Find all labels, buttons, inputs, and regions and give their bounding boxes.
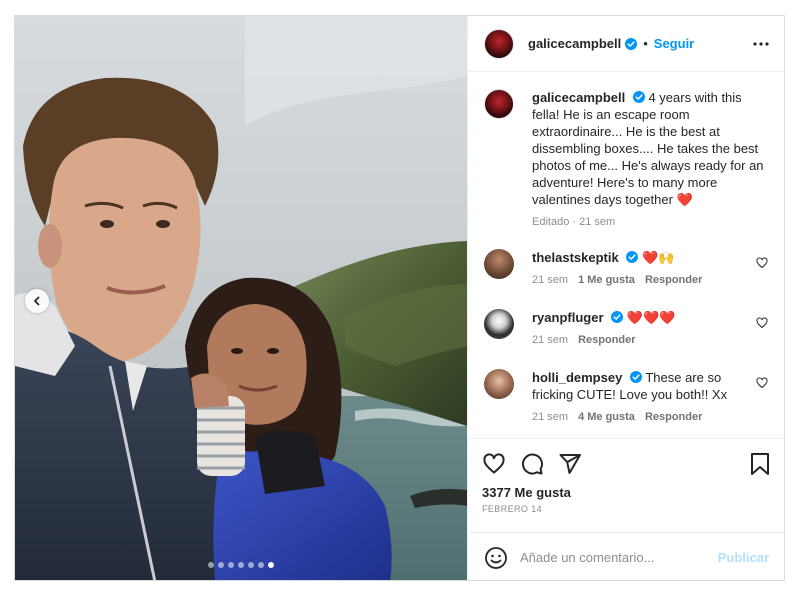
caption-username[interactable]: galicecampbell <box>532 90 625 105</box>
comment-text: ❤️❤️❤️ <box>626 310 676 325</box>
comment-meta: 21 sem Responder <box>532 332 760 349</box>
caption-emoji: ❤️ <box>676 192 693 207</box>
post-header: galicecampbell • Seguir <box>468 16 784 72</box>
post-date: FEBRERO 14 <box>482 504 543 514</box>
comment-item: ryanpfluger ❤️❤️❤️ 21 sem Responder <box>484 309 769 349</box>
emoji-button[interactable] <box>484 546 508 570</box>
comment-likes[interactable]: 4 Me gusta <box>578 411 635 423</box>
verified-badge-icon <box>632 91 645 103</box>
comment-text: ❤️🙌 <box>641 250 675 265</box>
verified-badge-icon <box>629 371 642 383</box>
comment-input[interactable] <box>520 550 718 565</box>
reply-button[interactable]: Responder <box>578 334 635 346</box>
slide-dot <box>238 562 244 568</box>
comment-item: holli_dempsey These are so fricking CUTE… <box>484 369 769 426</box>
comments-list[interactable]: galicecampbell 4 years with this fella! … <box>468 73 784 438</box>
action-icons <box>482 451 771 477</box>
heart-icon <box>483 453 505 474</box>
comment-time: 21 sem <box>532 274 569 286</box>
comment-item: thelastskeptik ❤️🙌 21 sem 1 Me gusta Respo… <box>484 249 769 289</box>
commenter-avatar[interactable] <box>484 309 514 339</box>
slide-indicator <box>15 562 467 568</box>
publish-button[interactable]: Publicar <box>718 550 769 565</box>
post-side-panel: galicecampbell • Seguir galicecampbell 4… <box>467 16 784 580</box>
comment-username[interactable]: thelastskeptik <box>532 250 619 265</box>
verified-badge-icon <box>626 251 639 263</box>
comment-username[interactable]: holli_dempsey <box>532 370 622 385</box>
post-photo <box>15 16 467 580</box>
slide-dot <box>268 562 274 568</box>
caption-text: 4 years with this fella! He is an escape… <box>532 90 764 207</box>
header-separator: • <box>643 36 648 51</box>
share-button[interactable] <box>558 452 582 476</box>
heart-outline-icon <box>756 377 768 389</box>
reply-button[interactable]: Responder <box>645 274 702 286</box>
heart-outline-icon <box>756 317 768 329</box>
slide-dot <box>258 562 264 568</box>
slide-dot <box>208 562 214 568</box>
like-comment-button[interactable] <box>755 257 769 271</box>
caption-meta: Editado · 21 sem <box>532 216 616 228</box>
more-options-icon <box>753 41 769 46</box>
add-comment-bar: Publicar <box>468 532 784 580</box>
verified-badge-icon <box>611 311 624 323</box>
post-media[interactable] <box>15 16 467 580</box>
likes-count[interactable]: 3377 Me gusta <box>482 485 771 500</box>
author-username[interactable]: galicecampbell <box>528 36 621 51</box>
follow-button[interactable]: Seguir <box>654 36 694 51</box>
comment-meta: 21 sem 4 Me gusta Responder <box>532 409 760 426</box>
comment-time: 21 sem <box>532 334 569 346</box>
previous-slide-button[interactable] <box>25 289 49 313</box>
author-avatar[interactable] <box>484 28 514 59</box>
like-comment-button[interactable] <box>755 377 769 391</box>
caption: galicecampbell 4 years with this fella! … <box>484 89 769 231</box>
heart-outline-icon <box>756 257 768 269</box>
caption-author-avatar[interactable] <box>484 89 514 119</box>
slide-dot <box>228 562 234 568</box>
chevron-left-icon <box>34 296 40 306</box>
share-icon <box>559 454 581 474</box>
comment-time: 21 sem <box>532 411 569 423</box>
like-button[interactable] <box>482 452 506 476</box>
post-dialog: galicecampbell • Seguir galicecampbell 4… <box>14 15 785 581</box>
verified-badge-icon <box>625 37 638 50</box>
bookmark-icon <box>751 453 769 475</box>
comment-username[interactable]: ryanpfluger <box>532 310 604 325</box>
more-options-button[interactable] <box>751 34 771 54</box>
slide-dot <box>218 562 224 568</box>
post-actions: 3377 Me gusta FEBRERO 14 <box>468 438 784 514</box>
comment-icon <box>522 453 543 475</box>
like-comment-button[interactable] <box>755 317 769 331</box>
slide-dot <box>248 562 254 568</box>
comment-meta: 21 sem 1 Me gusta Responder <box>532 272 760 289</box>
commenter-avatar[interactable] <box>484 249 514 279</box>
smiley-icon <box>485 546 507 569</box>
save-button[interactable] <box>749 452 771 476</box>
comment-likes[interactable]: 1 Me gusta <box>578 274 635 286</box>
reply-button[interactable]: Responder <box>645 411 702 423</box>
commenter-avatar[interactable] <box>484 369 514 399</box>
comment-button[interactable] <box>520 452 544 476</box>
